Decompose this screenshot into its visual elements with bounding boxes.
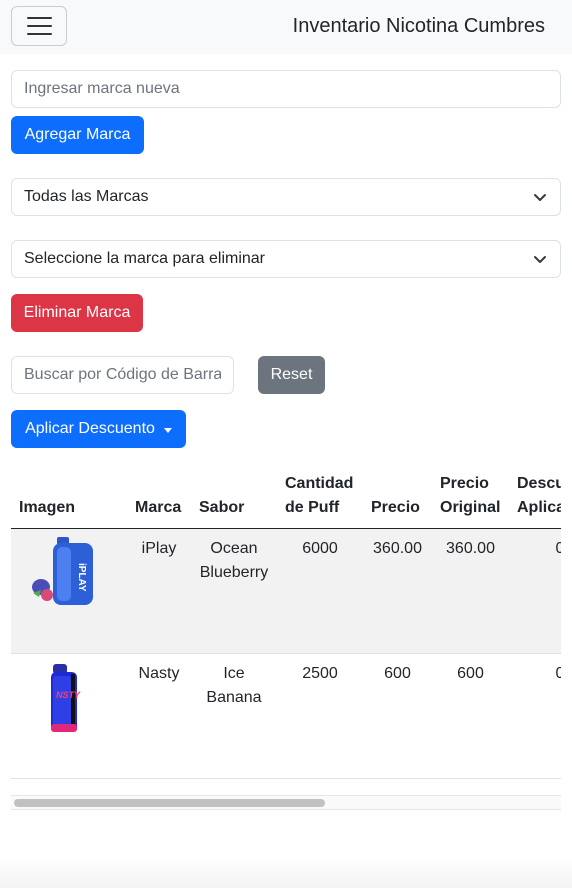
hamburger-menu-icon [26,17,52,19]
header-precio-original: Precio Original [432,462,509,529]
header-imagen: Imagen [11,462,127,529]
apply-discount-label: Aplicar Descuento [25,420,155,437]
apply-discount-dropdown[interactable]: Aplicar Descuento [11,410,186,448]
table-header-row: Imagen Marca Sabor Cantidad de Puff Prec… [11,462,561,529]
delete-brand-value: Seleccione la marca para eliminar [24,250,265,267]
brand-filter-select[interactable]: Todas las Marcas [11,178,561,216]
cell-precio-original: 600 [432,653,509,779]
cell-sabor: Ocean Blueberry [191,528,277,654]
header-sabor: Sabor [191,462,277,529]
svg-text:NSTY: NSTY [56,690,81,700]
delete-brand-select[interactable]: Seleccione la marca para eliminar [11,240,561,278]
navbar-toggler-button[interactable] [11,6,67,46]
header-descuento: Descuento Aplicado [509,462,561,529]
svg-text:iPLAY: iPLAY [76,563,87,592]
add-brand-button[interactable]: Agregar Marca [11,116,144,154]
brand-filter-value: Todas las Marcas [24,188,149,205]
scrollbar-thumb[interactable] [14,799,325,807]
nasty-vape-image: NSTY [51,663,81,732]
cell-precio-original: 360.00 [432,528,509,654]
cell-precio: 600 [363,653,432,779]
chevron-down-icon [534,194,546,201]
iplay-vape-image: iPLAY [32,536,93,605]
bottom-bar [0,858,572,888]
new-brand-input[interactable] [11,70,561,108]
cell-marca: Nasty [127,653,191,779]
reset-button[interactable]: Reset [258,356,325,394]
horizontal-scrollbar[interactable] [11,795,561,810]
navbar: Inventario Nicotina Cumbres [0,0,572,54]
chevron-down-icon [534,256,546,263]
cell-marca: iPlay [127,528,191,654]
product-image-cell: iPLAY [11,528,127,654]
cell-puffs: 6000 [277,528,363,654]
table-row: iPLAY iPlay Ocean Blueberry 6000 360.00 … [11,528,561,654]
delete-brand-button[interactable]: Eliminar Marca [11,294,143,332]
inventory-table: Imagen Marca Sabor Cantidad de Puff Prec… [11,462,561,779]
product-image-cell: NSTY [11,653,127,779]
cell-sabor: Ice Banana [191,653,277,779]
cell-puffs: 2500 [277,653,363,779]
navbar-brand[interactable]: Inventario Nicotina Cumbres [293,15,545,38]
inventory-table-container[interactable]: Imagen Marca Sabor Cantidad de Puff Prec… [11,462,561,810]
caret-down-icon [163,427,172,433]
table-row: NSTY Nasty Ice Banana 2500 600 600 0 [11,653,561,779]
cell-precio: 360.00 [363,528,432,654]
cell-descuento: 0 [509,653,561,779]
header-precio: Precio [363,462,432,529]
header-cantidad-puff: Cantidad de Puff [277,462,363,529]
barcode-search-input[interactable] [11,356,234,394]
header-marca: Marca [127,462,191,529]
cell-descuento: 0 [509,528,561,654]
